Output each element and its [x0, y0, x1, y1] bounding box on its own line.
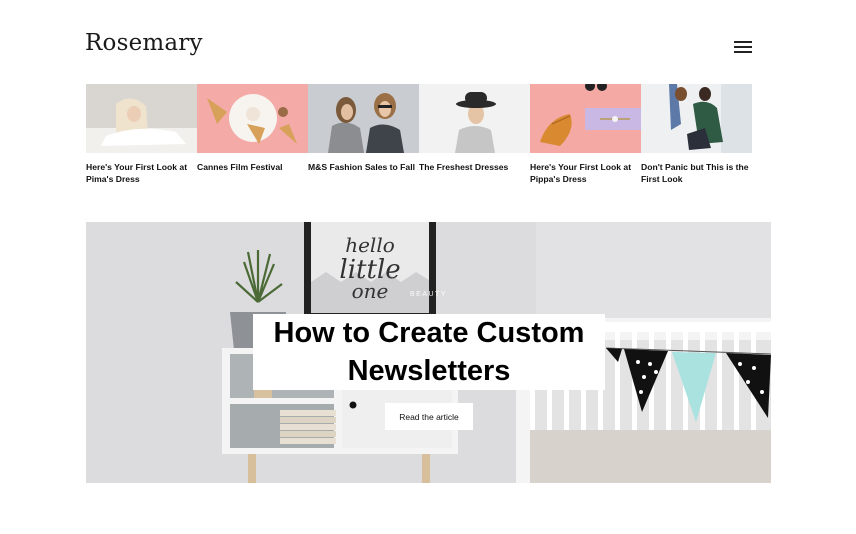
hero-category-label[interactable]: BEAUTY — [86, 291, 771, 298]
woman-in-hat-image — [419, 84, 530, 153]
strip-card-title[interactable]: Here's Your First Look at Pippa's Dress — [530, 162, 638, 185]
hero-title-box: How to Create Custom Newsletters — [253, 314, 605, 390]
strip-card[interactable]: M&S Fashion Sales to Fall — [308, 84, 419, 194]
strip-card-title[interactable]: Here's Your First Look at Pima's Dress — [86, 162, 194, 185]
woman-in-bed-image — [86, 84, 197, 153]
poster-text: hello — [345, 233, 395, 257]
strip-thumbnail[interactable] — [308, 84, 419, 153]
strip-card[interactable]: Cannes Film Festival — [197, 84, 308, 194]
leaf-and-watch-image — [530, 84, 641, 153]
strip-thumbnail[interactable] — [641, 84, 752, 153]
hamburger-menu-icon[interactable] — [734, 39, 752, 54]
strip-card[interactable]: The Freshest Dresses — [419, 84, 530, 194]
strip-thumbnail[interactable] — [197, 84, 308, 153]
strip-card[interactable]: Don't Panic but This is the First Look — [641, 84, 752, 194]
strip-card-title[interactable]: Don't Panic but This is the First Look — [641, 162, 749, 185]
strip-card-title[interactable]: The Freshest Dresses — [419, 162, 527, 174]
strip-thumbnail[interactable] — [530, 84, 641, 153]
strip-card[interactable]: Here's Your First Look at Pippa's Dress — [530, 84, 641, 194]
strip-card-title[interactable]: Cannes Film Festival — [197, 162, 305, 174]
featured-strip: Here's Your First Look at Pima's Dress C… — [86, 84, 753, 194]
strip-card-title[interactable]: M&S Fashion Sales to Fall — [308, 162, 416, 174]
hero-title[interactable]: How to Create Custom Newsletters — [253, 314, 605, 390]
ice-cream-image — [197, 84, 308, 153]
strip-card[interactable]: Here's Your First Look at Pima's Dress — [86, 84, 197, 194]
two-women-image — [308, 84, 419, 153]
hero-banner[interactable]: hello little one BEAUTY How to Create Cu… — [86, 222, 771, 483]
site-logo[interactable]: Rosemary — [85, 30, 203, 56]
strip-thumbnail[interactable] — [86, 84, 197, 153]
couple-sitting-image — [641, 84, 752, 153]
read-article-button[interactable]: Read the article — [385, 403, 473, 430]
strip-thumbnail[interactable] — [419, 84, 530, 153]
